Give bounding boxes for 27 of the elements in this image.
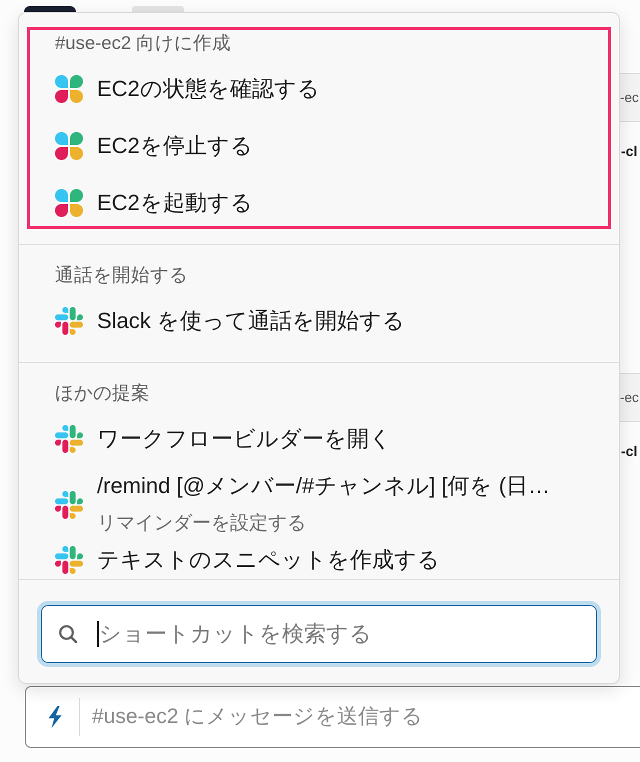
- hash-logo-icon: [55, 490, 83, 518]
- message-title: -cl: [621, 142, 638, 161]
- shortcut-item[interactable]: EC2を起動する: [55, 180, 600, 226]
- section-header: 通話を開始する: [55, 263, 189, 287]
- section-header: ほかの提案: [55, 381, 151, 405]
- message-preview: -ec: [620, 373, 640, 422]
- message-title: -cl: [621, 442, 638, 461]
- hash-logo-icon: [55, 425, 83, 453]
- hash-logo-icon: [55, 546, 83, 574]
- avatar-placeholder: [24, 6, 76, 12]
- text-cursor: [97, 621, 99, 647]
- search-icon: [59, 625, 77, 643]
- shortcut-item[interactable]: ワークフロービルダーを開く: [55, 416, 600, 462]
- lightning-icon[interactable]: [47, 706, 63, 728]
- petal-logo-icon: [55, 75, 83, 103]
- message-field[interactable]: #use-ec2 にメッセージを送信する: [25, 686, 640, 748]
- search-field[interactable]: ショートカットを検索する: [37, 601, 601, 667]
- section-header: #use-ec2 向けに作成: [55, 31, 232, 55]
- shortcut-item[interactable]: EC2を停止する: [55, 123, 600, 169]
- shortcut-item[interactable]: EC2の状態を確認する: [55, 66, 600, 112]
- message-preview: -ec: [620, 73, 640, 122]
- shortcut-item[interactable]: Slack を使って通話を開始する: [55, 298, 600, 344]
- shortcut-item[interactable]: テキストのスニペットを作成する: [55, 546, 600, 574]
- petal-logo-icon: [55, 189, 83, 217]
- shortcut-item[interactable]: /remind [@メンバー/#チャンネル] [何を (日… リマインダーを設定する: [55, 473, 600, 536]
- hash-logo-icon: [55, 307, 83, 335]
- petal-logo-icon: [55, 132, 83, 160]
